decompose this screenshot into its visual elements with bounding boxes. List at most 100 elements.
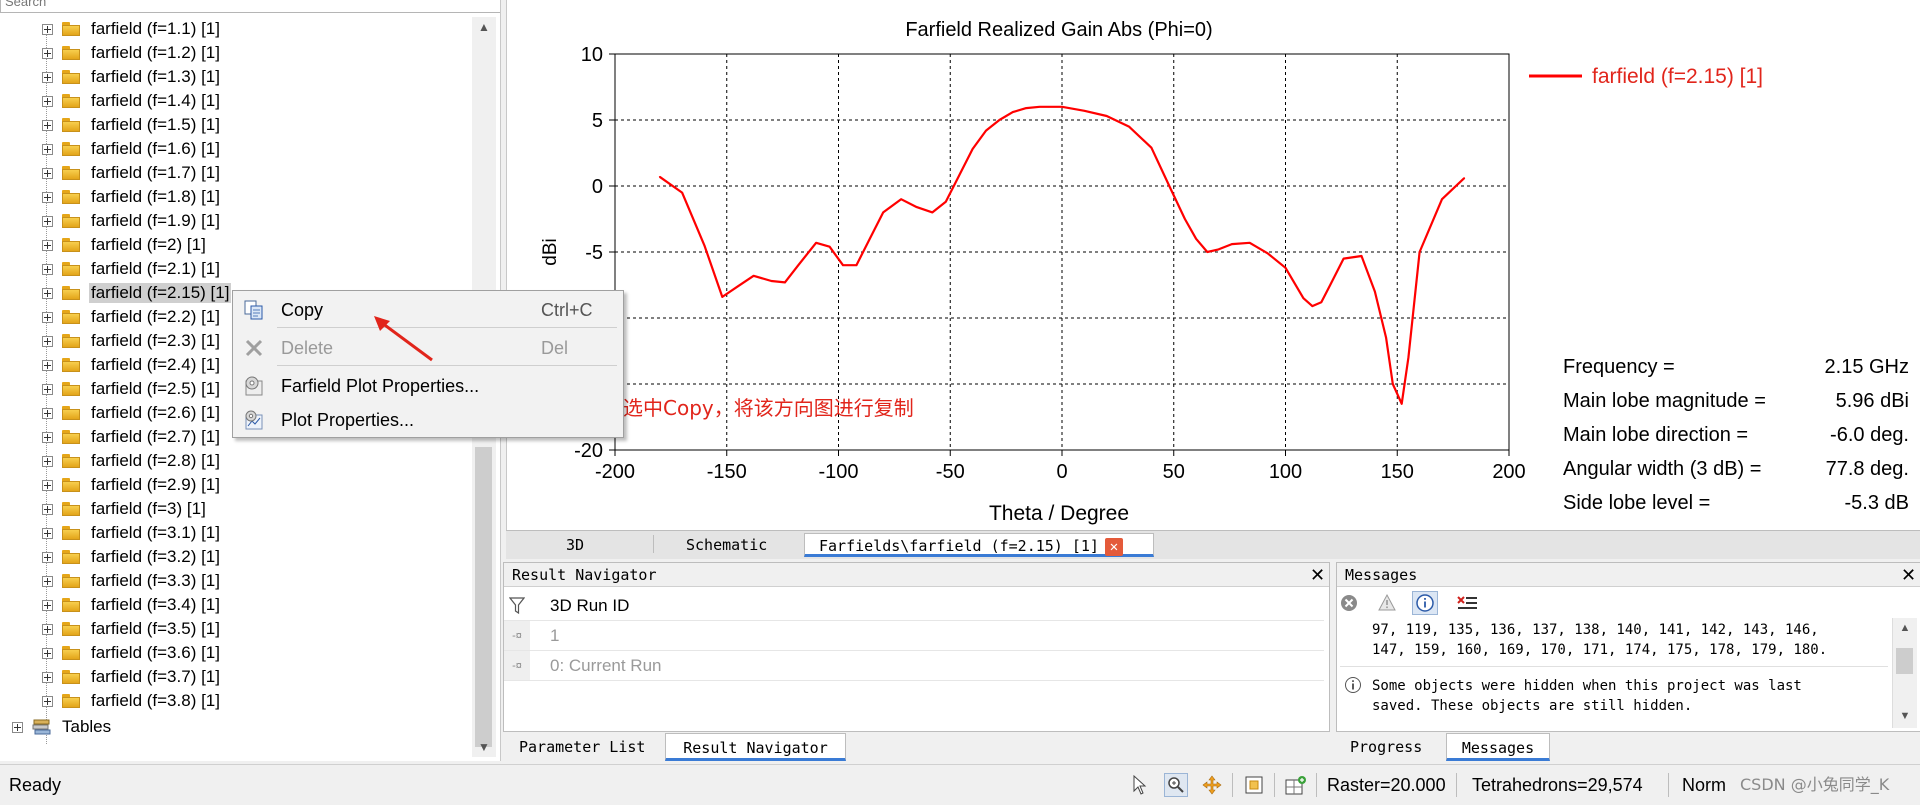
tree-item[interactable]: farfield (f=1.4) [1] <box>42 89 222 113</box>
tab-schematic[interactable]: Schematic <box>686 533 767 557</box>
menu-item-plot-properties[interactable]: Plot Properties... <box>233 405 623 435</box>
expand-icon[interactable] <box>42 575 53 587</box>
clear-messages-icon[interactable] <box>1454 591 1480 615</box>
tree-item[interactable]: farfield (f=3.7) [1] <box>42 665 222 689</box>
expand-icon[interactable] <box>42 431 53 443</box>
expand-icon[interactable] <box>42 479 53 491</box>
expand-icon[interactable] <box>42 623 53 635</box>
expand-icon[interactable] <box>42 671 53 683</box>
scrollbar-thumb[interactable] <box>1896 648 1913 674</box>
tree-item[interactable]: farfield (f=2.3) [1] <box>42 329 222 353</box>
expand-icon[interactable] <box>42 191 53 203</box>
tree-item[interactable]: farfield (f=3.1) [1] <box>42 521 222 545</box>
expand-icon[interactable] <box>42 23 53 35</box>
fit-view-icon[interactable] <box>1242 773 1266 797</box>
expand-icon[interactable] <box>42 527 53 539</box>
tree-item[interactable]: farfield (f=2.1) [1] <box>42 257 222 281</box>
expand-icon[interactable] <box>42 71 53 83</box>
tree-item[interactable]: farfield (f=2.5) [1] <box>42 377 222 401</box>
tree-item[interactable]: farfield (f=1.5) [1] <box>42 113 222 137</box>
filter-icon[interactable] <box>504 591 530 620</box>
tree-item[interactable]: farfield (f=1.1) [1] <box>42 17 222 41</box>
scroll-up-arrow-icon[interactable]: ▲ <box>1893 618 1917 638</box>
series-point <box>1400 403 1403 405</box>
expand-icon[interactable] <box>42 695 53 707</box>
expand-icon[interactable] <box>42 143 53 155</box>
tree-item[interactable]: farfield (f=1.2) [1] <box>42 41 222 65</box>
expand-icon[interactable] <box>42 119 53 131</box>
tree-item[interactable]: farfield (f=1.8) [1] <box>42 185 222 209</box>
tree-item[interactable]: farfield (f=3) [1] <box>42 497 208 521</box>
expand-icon[interactable] <box>42 503 53 515</box>
scrollbar-thumb[interactable] <box>475 447 492 747</box>
tree-item[interactable]: farfield (f=2.7) [1] <box>42 425 222 449</box>
scroll-down-arrow-icon[interactable]: ▼ <box>1893 706 1917 726</box>
tree-item[interactable]: farfield (f=2.2) [1] <box>42 305 222 329</box>
info-value: 2.15 GHz <box>1825 356 1909 378</box>
warning-filter-icon[interactable] <box>1374 591 1400 615</box>
tree-item-label: farfield (f=2.8) [1] <box>91 451 220 470</box>
tree-item[interactable]: farfield (f=1.3) [1] <box>42 65 222 89</box>
tree-item[interactable]: farfield (f=2) [1] <box>42 233 208 257</box>
expand-icon[interactable] <box>42 47 53 59</box>
tree-item[interactable]: farfield (f=3.8) [1] <box>42 689 222 713</box>
close-tab-icon[interactable]: ✕ <box>1104 537 1123 556</box>
expand-icon[interactable] <box>42 287 53 299</box>
pan-icon[interactable] <box>1200 773 1224 797</box>
zoom-icon[interactable] <box>1164 773 1188 797</box>
expand-icon[interactable] <box>42 359 53 371</box>
expand-icon[interactable] <box>42 263 53 275</box>
tab-result-navigator[interactable]: Result Navigator <box>665 733 846 761</box>
tab-3d[interactable]: 3D <box>566 533 584 557</box>
tab-messages[interactable]: Messages <box>1446 733 1550 761</box>
expand-icon[interactable] <box>42 647 53 659</box>
expand-icon[interactable] <box>42 335 53 347</box>
expand-icon[interactable] <box>42 383 53 395</box>
tree-item[interactable]: farfield (f=1.9) [1] <box>42 209 222 233</box>
tree-item[interactable]: farfield (f=2.8) [1] <box>42 449 222 473</box>
pointer-icon[interactable] <box>1128 773 1152 797</box>
tree-item[interactable]: farfield (f=3.3) [1] <box>42 569 222 593</box>
expand-icon[interactable] <box>42 311 53 323</box>
table-row[interactable]: -¤ 1 <box>504 621 1324 651</box>
series-point <box>770 280 773 282</box>
messages-scrollbar[interactable]: ▲ ▼ <box>1892 618 1917 728</box>
clear-errors-icon[interactable] <box>1336 591 1362 615</box>
tree-item[interactable]: farfield (f=2.15) [1] <box>42 281 232 305</box>
tree-item-tables[interactable]: Tables <box>12 715 113 739</box>
tab-farfield-plot[interactable]: Farfields\farfield (f=2.15) [1] ✕ <box>804 533 1154 557</box>
tree-item[interactable]: farfield (f=3.6) [1] <box>42 641 222 665</box>
tree-item[interactable]: farfield (f=1.7) [1] <box>42 161 222 185</box>
tree-item[interactable]: farfield (f=3.5) [1] <box>42 617 222 641</box>
tree-item[interactable]: farfield (f=2.4) [1] <box>42 353 222 377</box>
tab-progress[interactable]: Progress <box>1350 733 1422 761</box>
scroll-up-arrow-icon[interactable]: ▲ <box>472 17 496 37</box>
expand-icon[interactable] <box>42 599 53 611</box>
expand-icon[interactable] <box>42 167 53 179</box>
info-filter-icon[interactable] <box>1412 591 1438 615</box>
expand-icon[interactable] <box>42 551 53 563</box>
close-pane-icon[interactable]: ✕ <box>1310 563 1325 587</box>
expand-icon[interactable] <box>42 95 53 107</box>
tree-item[interactable]: farfield (f=2.6) [1] <box>42 401 222 425</box>
tree-search-input[interactable]: Search <box>0 0 500 13</box>
expand-icon[interactable] <box>12 721 23 733</box>
expand-icon[interactable] <box>42 239 53 251</box>
table-row[interactable]: -¤ 0: Current Run <box>504 651 1324 681</box>
menu-item-farfield-properties[interactable]: Farfield Plot Properties... <box>233 371 623 401</box>
scroll-down-arrow-icon[interactable]: ▼ <box>472 737 496 757</box>
series-point <box>944 201 947 203</box>
tree-item[interactable]: farfield (f=1.6) [1] <box>42 137 222 161</box>
expand-icon[interactable] <box>42 407 53 419</box>
expand-icon[interactable] <box>42 455 53 467</box>
tab-parameter-list[interactable]: Parameter List <box>519 733 645 761</box>
tree-item-label: farfield (f=1.1) [1] <box>91 19 220 38</box>
expand-icon[interactable] <box>42 215 53 227</box>
series-point <box>828 245 831 248</box>
tree-item[interactable]: farfield (f=2.9) [1] <box>42 473 222 497</box>
mesh-view-icon[interactable] <box>1284 773 1308 797</box>
tree-item[interactable]: farfield (f=3.4) [1] <box>42 593 222 617</box>
close-pane-icon[interactable]: ✕ <box>1901 563 1916 587</box>
chart-title: Farfield Realized Gain Abs (Phi=0) <box>905 19 1212 41</box>
tree-item[interactable]: farfield (f=3.2) [1] <box>42 545 222 569</box>
